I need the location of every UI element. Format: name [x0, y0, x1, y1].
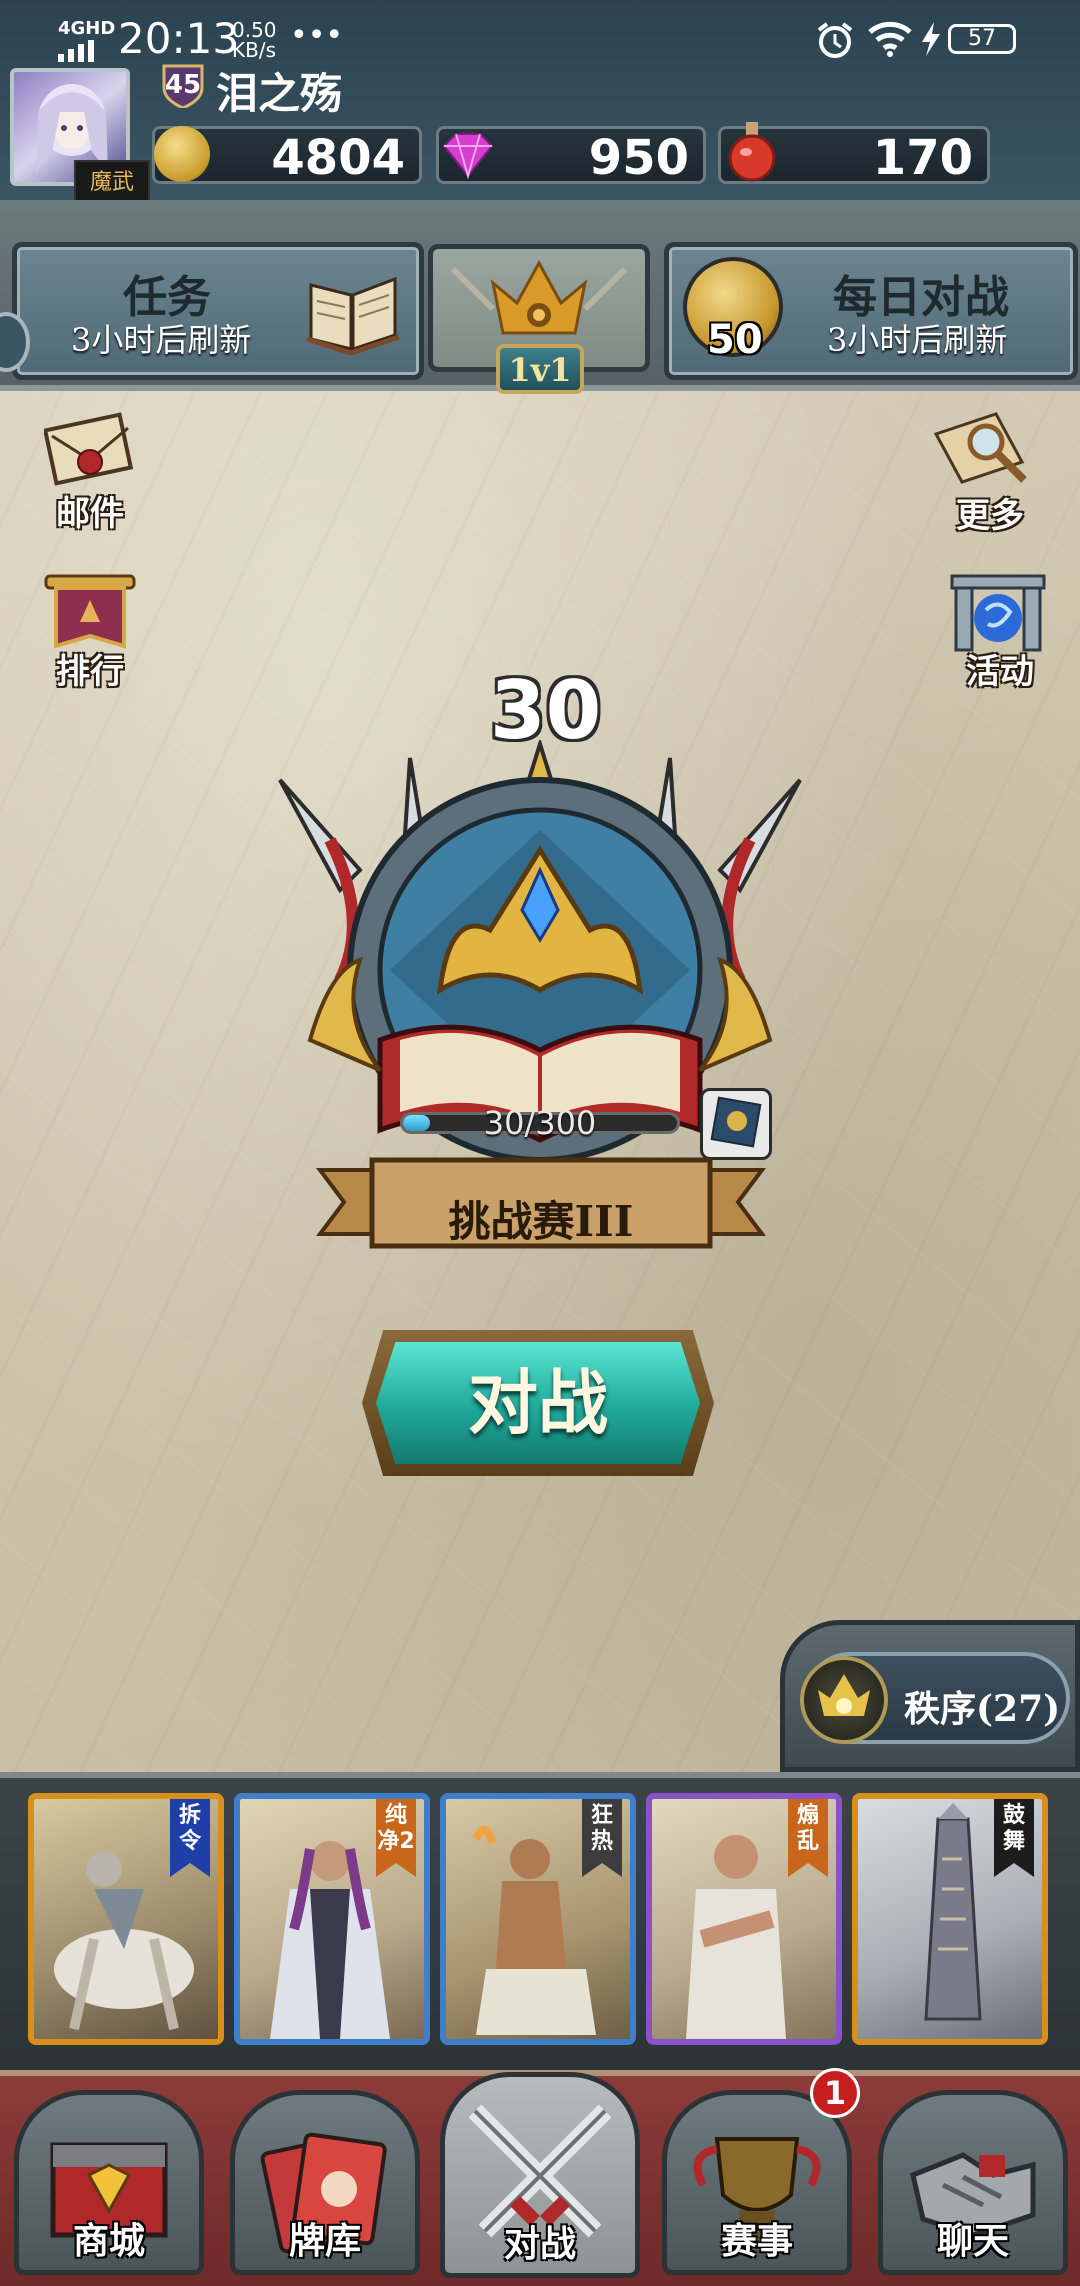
signal-icon	[58, 40, 102, 66]
card-slot[interactable]: 鼓舞	[852, 1793, 1048, 2045]
battle-button[interactable]: 对战	[376, 1342, 700, 1464]
nav-deck[interactable]: 牌库	[230, 2090, 420, 2275]
rank-label[interactable]: 排行	[56, 644, 124, 693]
gem-amount: 950	[588, 130, 689, 186]
nav-shop-label: 商城	[72, 2220, 145, 2262]
faction-label: 秩序(27)	[904, 1688, 1061, 1730]
daily-battle-button[interactable]: 50 每日对战 3小时后刷新	[664, 242, 1078, 380]
gem-icon	[438, 130, 498, 184]
nav-events[interactable]: 赛事	[662, 2090, 852, 2275]
events-notification-badge: 1	[810, 2068, 860, 2118]
clock: 20:13	[118, 14, 240, 63]
gold-coin-icon	[154, 126, 210, 182]
mail-label[interactable]: 邮件	[56, 486, 124, 535]
daily-refresh: 3小时后刷新	[827, 321, 1008, 359]
card-slot[interactable]: 煽乱	[646, 1793, 842, 2045]
wifi-icon	[866, 20, 914, 62]
mail-icon[interactable]	[42, 412, 136, 492]
nav-events-label: 赛事	[720, 2220, 793, 2262]
net-speed: 0.50 KB/s	[232, 18, 277, 62]
tier-name: 挑战赛III	[448, 1197, 634, 1246]
more-dots: •••	[290, 18, 344, 53]
rank-progress-text: 30/300	[483, 1104, 597, 1142]
nav-battle-label: 对战	[503, 2223, 576, 2265]
potion-amount: 170	[872, 130, 973, 186]
nav-battle[interactable]: 对战	[440, 2072, 640, 2278]
player-level: 45	[164, 70, 202, 100]
card-slot[interactable]: 纯净2	[234, 1793, 430, 2045]
network-type: 4GHD	[58, 18, 116, 39]
player-name: 泪之殇	[216, 69, 343, 118]
card-slot[interactable]: 狂热	[440, 1793, 636, 2045]
potion-icon	[722, 118, 782, 188]
card-slot[interactable]: 拆令	[28, 1793, 224, 2045]
charging-icon	[922, 22, 942, 60]
faction-crest-icon	[800, 1656, 888, 1744]
more-magnifier-icon[interactable]	[932, 406, 1032, 494]
more-label[interactable]: 更多	[956, 488, 1024, 537]
nav-deck-label: 牌库	[288, 2220, 361, 2262]
nav-chat-label: 聊天	[936, 2220, 1009, 2262]
nav-chat[interactable]: 聊天	[878, 2090, 1068, 2275]
alarm-icon	[815, 20, 855, 64]
nav-shop[interactable]: 商城	[14, 2090, 204, 2275]
tasks-refresh: 3小时后刷新	[71, 321, 252, 359]
daily-coin-amount: 50	[707, 317, 763, 363]
mode-1v1-label[interactable]: 1v1	[496, 344, 584, 394]
book-icon	[303, 265, 403, 359]
event-label[interactable]: 活动	[966, 644, 1034, 693]
battery-level: 57	[968, 26, 996, 51]
battery-icon: 57	[948, 24, 1016, 54]
tasks-button[interactable]: 任务 3小时后刷新	[12, 242, 424, 380]
gold-amount: 4804	[271, 130, 405, 186]
